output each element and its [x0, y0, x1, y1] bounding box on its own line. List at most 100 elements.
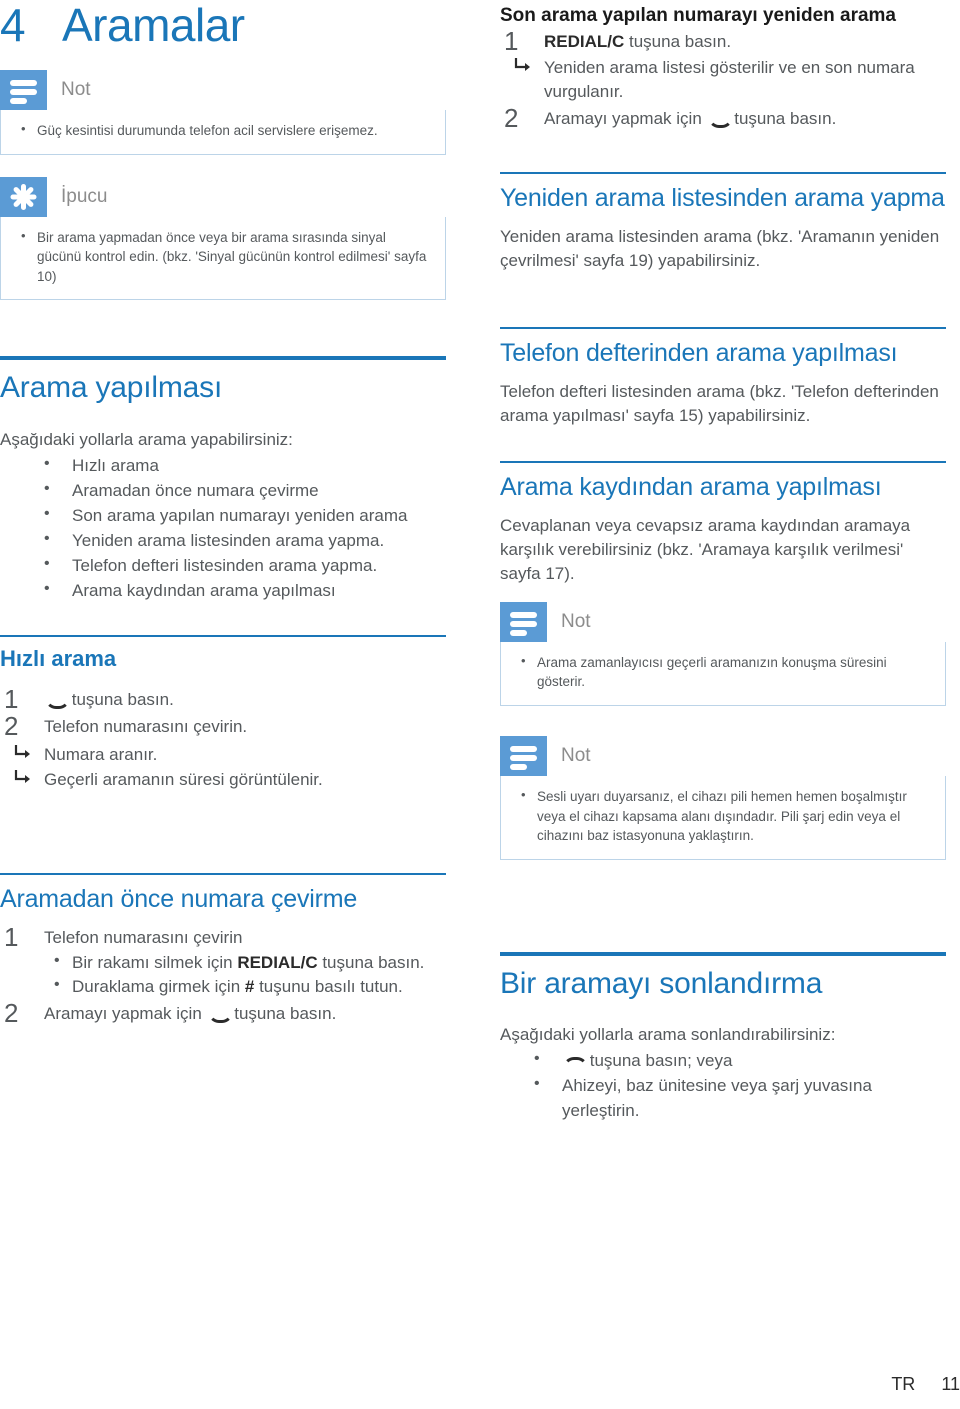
section-son-arama: Son arama yapılan numarayı yeniden arama…	[500, 0, 946, 133]
result-text: Numara aranır.	[44, 745, 158, 765]
result-item: Geçerli aramanın süresi görüntülenir.	[0, 768, 446, 792]
step-number: 1	[504, 25, 519, 56]
section-arama-yapilmasi: Arama yapılması Aşağıdaki yollarla arama…	[0, 356, 446, 603]
tip-callout-header: İpucu	[0, 176, 446, 217]
note-item: Güç kesintisi durumunda telefon acil ser…	[15, 120, 431, 141]
section-heading: Hızlı arama	[0, 645, 117, 671]
key-label: REDIAL/C	[544, 31, 625, 51]
list-item: Ahizeyi, baz ünitesine veya şarj yuvasın…	[500, 1073, 946, 1122]
footer-language: TR	[891, 1374, 916, 1394]
step-number: 2	[4, 711, 19, 742]
section-divider-thick	[0, 356, 446, 361]
note-callout-header: Not	[500, 601, 946, 642]
section-sonlandirma: Bir aramayı sonlandırma Aşağıdaki yollar…	[500, 951, 946, 1123]
result-item: Yeniden arama listesi gösterilir ve en s…	[500, 56, 946, 104]
chapter-title: Aramalar	[62, 0, 245, 51]
section-heading: Yeniden arama listesinden arama yapma	[500, 184, 945, 213]
step-number: 1	[4, 922, 19, 953]
step-number: 2	[4, 997, 19, 1028]
steps-list: 1 REDIAL/C tuşuna basın. Yeniden arama l…	[500, 25, 946, 133]
note-callout-body: Güç kesintisi durumunda telefon acil ser…	[0, 110, 446, 155]
note-callout-label: Not	[561, 745, 591, 767]
list-item: Aramadan önce numara çevirme	[0, 478, 446, 503]
call-methods-list: Hızlı arama Aramadan önce numara çevirme…	[0, 453, 446, 604]
note-callout: Not Sesli uyarı duyarsanız, el cihazı pi…	[500, 736, 946, 860]
note-icon	[0, 70, 47, 110]
section-heading: Arama yapılması	[0, 371, 223, 405]
step-text-after: tuşuna basın.	[229, 1003, 337, 1023]
right-column: Son arama yapılan numarayı yeniden arama…	[488, 0, 946, 1124]
result-item: Numara aranır.	[0, 743, 446, 767]
step-text: Telefon numarasını çevirin.	[44, 717, 248, 737]
step-results: Yeniden arama listesi gösterilir ve en s…	[500, 56, 946, 104]
result-arrow-icon	[14, 745, 30, 759]
step-text-before: Aramayı yapmak için	[544, 108, 707, 128]
section-arama-kaydi: Arama kaydından arama yapılması Cevaplan…	[500, 460, 946, 586]
list-item: Son arama yapılan numarayı yeniden arama	[0, 503, 446, 528]
key-label: REDIAL/C	[237, 952, 318, 972]
step-item: 2 Aramayı yapmak için tuşuna basın.	[500, 102, 946, 133]
chapter-number: 4	[0, 0, 26, 51]
chapter-heading: 4 Aramalar	[0, 0, 446, 48]
tip-callout-body: Bir arama yapmadan önce veya bir arama s…	[0, 216, 446, 301]
note-callout: Not Arama zamanlayıcısı geçerli aramanız…	[500, 601, 946, 707]
section-intro: Aşağıdaki yollarla arama yapabilirsiniz:	[0, 429, 293, 449]
note-icon	[500, 601, 547, 642]
step-number: 1	[4, 683, 19, 714]
step-text: tuşuna basın.	[624, 31, 732, 51]
section-telefon-defteri: Telefon defterinden arama yapılması Tele…	[500, 327, 946, 428]
section-divider-thin	[0, 873, 446, 876]
manual-page: 4 Aramalar Not Güç kesintisi durumunda t…	[0, 0, 960, 1409]
section-aramadan-once: Aramadan önce numara çevirme 1 Telefon n…	[0, 873, 446, 1028]
result-arrow-icon	[14, 770, 30, 784]
substep-text-after: tuşunu basılı tutun.	[254, 976, 403, 996]
note-callout-body: Arama zamanlayıcısı geçerli aramanızın k…	[500, 641, 946, 707]
list-item: tuşuna basın; veya	[500, 1048, 946, 1073]
note-item: Arama zamanlayıcısı geçerli aramanızın k…	[515, 652, 931, 692]
section-divider-thin	[500, 460, 946, 463]
step-text: Telefon numarasını çevirin	[44, 928, 243, 948]
result-text: Yeniden arama listesi gösterilir ve en s…	[544, 57, 915, 101]
step-item: 1 REDIAL/C tuşuna basın. Yeniden arama l…	[500, 25, 946, 104]
section-divider-thin	[500, 327, 946, 330]
end-call-key-icon	[563, 1056, 588, 1067]
page-footer: TR 11	[891, 1374, 960, 1395]
tip-callout-label: İpucu	[61, 185, 108, 207]
section-divider-thick	[500, 951, 946, 956]
steps-list: 1 Telefon numarasını çevirin Bir rakamı …	[0, 922, 446, 1028]
asterisk-glyph	[10, 183, 37, 210]
call-key-icon	[207, 1009, 233, 1023]
asterisk-icon	[0, 176, 47, 217]
footer-page-number: 11	[941, 1374, 960, 1394]
call-key-icon	[707, 114, 733, 128]
section-yeniden-arama: Yeniden arama listesinden arama yapma Ye…	[500, 172, 946, 273]
two-column-layout: 4 Aramalar Not Güç kesintisi durumunda t…	[0, 0, 960, 1124]
end-call-methods-list: tuşuna basın; veya Ahizeyi, baz ünitesin…	[500, 1048, 946, 1122]
note-item: Sesli uyarı duyarsanız, el cihazı pili h…	[515, 786, 931, 846]
note-callout-body: Sesli uyarı duyarsanız, el cihazı pili h…	[500, 776, 946, 860]
section-heading: Bir aramayı sonlandırma	[500, 966, 823, 1000]
step-text-after: tuşuna basın.	[729, 108, 837, 128]
section-body: Cevaplanan veya cevapsız arama kaydından…	[500, 515, 911, 583]
section-intro: Aşağıdaki yollarla arama sonlandırabilir…	[500, 1025, 836, 1045]
substep-text-after: tuşuna basın.	[317, 952, 425, 972]
step-number: 2	[504, 102, 519, 133]
substep-text-before: Duraklama girmek için	[72, 976, 245, 996]
substep-item: Duraklama girmek için # tuşunu basılı tu…	[44, 974, 446, 999]
step-substeps: Bir rakamı silmek için REDIAL/C tuşuna b…	[44, 950, 446, 999]
note-callout-header: Not	[0, 70, 446, 110]
section-heading: Arama kaydından arama yapılması	[500, 472, 882, 501]
section-body: Yeniden arama listesinden arama (bkz. 'A…	[500, 227, 940, 271]
section-hizli-arama: Hızlı arama 1 tuşuna basın. 2 Telefon nu…	[0, 634, 446, 793]
list-item: Arama kaydından arama yapılması	[0, 578, 446, 603]
substep-text-before: Bir rakamı silmek için	[72, 952, 238, 972]
call-key-icon	[45, 695, 70, 709]
note-callout-label: Not	[561, 610, 591, 632]
tip-callout: İpucu Bir arama yapmadan önce veya bir a…	[0, 176, 446, 301]
key-label: #	[244, 976, 255, 996]
result-text: Geçerli aramanın süresi görüntülenir.	[44, 770, 323, 790]
note-callout: Not Güç kesintisi durumunda telefon acil…	[0, 70, 446, 155]
tip-item: Bir arama yapmadan önce veya bir arama s…	[15, 227, 431, 287]
steps-list: 1 tuşuna basın. 2 Telefon numarasını çev…	[0, 683, 446, 793]
section-divider-thin	[500, 172, 946, 175]
